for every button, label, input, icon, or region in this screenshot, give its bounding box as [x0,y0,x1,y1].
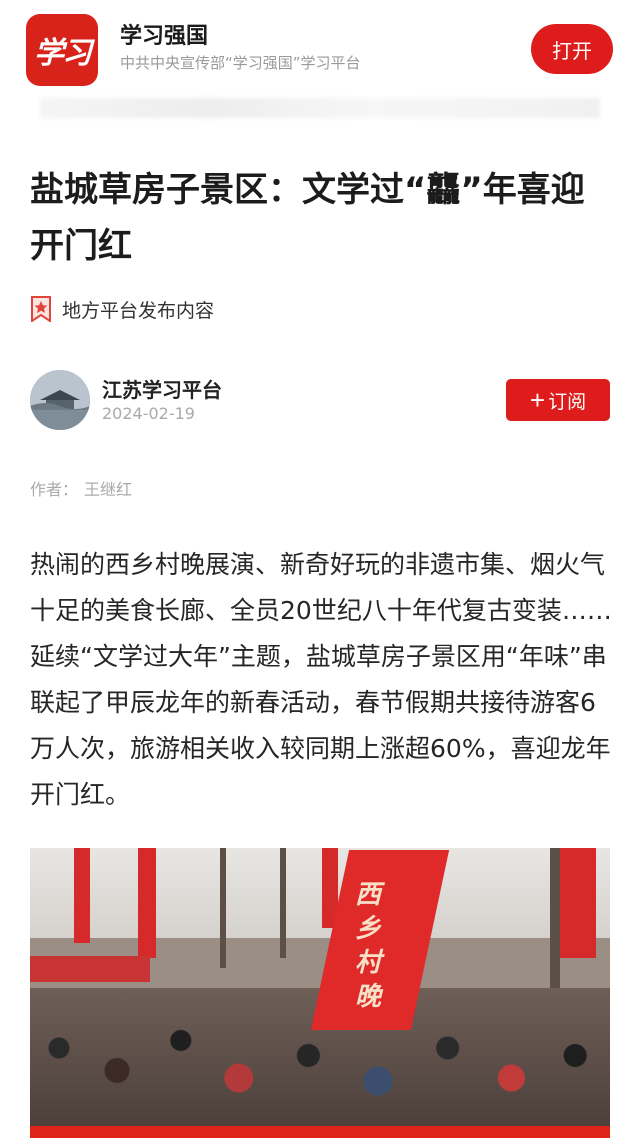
app-name: 学习强国 [120,24,209,49]
publish-date: 2024-02-19 [102,404,195,423]
subscribe-label: 订阅 [548,391,587,413]
photo-banner-text: 西乡村晚 [354,880,381,1012]
open-app-button[interactable]: 打开 [531,24,613,74]
app-logo-text: 学习 [34,36,92,71]
publisher-row: 江苏学习平台 2024-02-19 + 订阅 [30,370,610,432]
star-ribbon-icon [31,296,51,322]
photo-red-flag [560,848,596,958]
app-subtitle: 中共中央宣传部“学习强国”学习平台 [120,54,361,72]
faded-text-strip [40,98,600,118]
photo-red-flag [138,848,156,958]
article-body: 热闹的西乡村晚展演、新奇好玩的非遗市集、烟火气十足的美食长廊、全员20世纪八十年… [30,550,612,809]
author-byline: 作者： 王继红 [30,476,132,500]
photo-sky [30,848,610,938]
author-name: 王继红 [84,480,133,499]
photo-bottom-bar [30,1126,610,1138]
plus-icon: + [529,385,546,415]
subscribe-button[interactable]: + 订阅 [506,379,610,421]
publisher-name[interactable]: 江苏学习平台 [102,374,222,403]
photo-red-flag [74,848,90,943]
article-photo[interactable]: 西乡村晚 [30,848,610,1138]
source-label: 地方平台发布内容 [62,299,215,322]
photo-tree [280,848,286,958]
source-label-row: 地方平台发布内容 [30,294,214,324]
photo-tree [550,848,560,1008]
app-download-banner: 学习 学习强国 中共中央宣传部“学习强国”学习平台 打开 [0,0,640,96]
photo-tree [220,848,226,968]
photo-red-stall [30,956,150,982]
byline-prefix: 作者： [30,480,79,499]
publisher-avatar[interactable] [30,370,90,430]
article-title: 盐城草房子景区：文学过“龘”年喜迎开门红 [30,170,585,266]
app-logo[interactable]: 学习 [26,14,98,86]
pavilion-avatar-image [30,370,90,430]
